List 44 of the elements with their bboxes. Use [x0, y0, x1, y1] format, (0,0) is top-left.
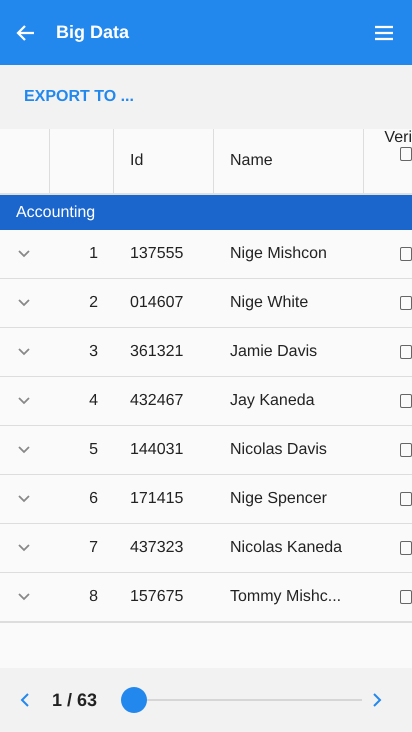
- table-cell-text: Nicolas Kaneda: [229, 539, 344, 557]
- table-cell-text: 437323: [129, 539, 184, 557]
- table-cell-text: Nicolas Davis: [229, 441, 328, 459]
- app-title: Big Data: [56, 22, 130, 43]
- row-number: 2: [88, 294, 99, 312]
- table-cell-text: Jamie Davis: [229, 343, 318, 361]
- next-icon[interactable]: [372, 692, 382, 708]
- table-cell-text: Tommy Mishc...: [229, 588, 342, 606]
- checkbox[interactable]: [400, 345, 412, 359]
- previous-icon[interactable]: [20, 692, 30, 708]
- row-number: 3: [88, 343, 99, 361]
- table-cell-text: Nige Mishcon: [229, 245, 328, 263]
- checkbox[interactable]: [400, 296, 412, 310]
- row-number: 8: [88, 588, 99, 606]
- table-cell-text: Nige White: [229, 294, 310, 312]
- menu-icon[interactable]: [374, 24, 394, 40]
- table-cell-text: 432467: [129, 392, 184, 410]
- table-cell-text: 014607: [129, 294, 184, 312]
- row-number: 4: [88, 392, 99, 410]
- slider-thumb[interactable]: [121, 687, 148, 713]
- table-cell-text: Jay Kaneda: [229, 392, 316, 410]
- back-icon[interactable]: [16, 22, 36, 42]
- checkbox[interactable]: [400, 541, 412, 555]
- row-number: 5: [88, 441, 99, 459]
- column-header[interactable]: Name: [230, 152, 273, 170]
- group-row[interactable]: Accounting: [0, 195, 412, 230]
- row-number: 1: [88, 245, 99, 263]
- table-cell-text: 157675: [129, 588, 184, 606]
- table-cell-text: 171415: [129, 490, 184, 508]
- checkbox[interactable]: [400, 590, 412, 604]
- column-header[interactable]: Id: [130, 152, 144, 170]
- table-cell-text: 137555: [129, 245, 184, 263]
- table-cell-text: 361321: [129, 343, 184, 361]
- column-header[interactable]: Veri: [384, 129, 412, 147]
- checkbox[interactable]: [400, 147, 412, 161]
- row-number: 6: [88, 490, 99, 508]
- page-counter: 1 / 63: [52, 690, 98, 710]
- table-cell-text: 144031: [129, 441, 184, 459]
- table-cell-text: Nige Spencer: [229, 490, 328, 508]
- row-number: 7: [88, 539, 99, 557]
- checkbox[interactable]: [400, 492, 412, 506]
- checkbox[interactable]: [400, 394, 412, 408]
- checkbox[interactable]: [400, 247, 412, 261]
- checkbox[interactable]: [400, 443, 412, 457]
